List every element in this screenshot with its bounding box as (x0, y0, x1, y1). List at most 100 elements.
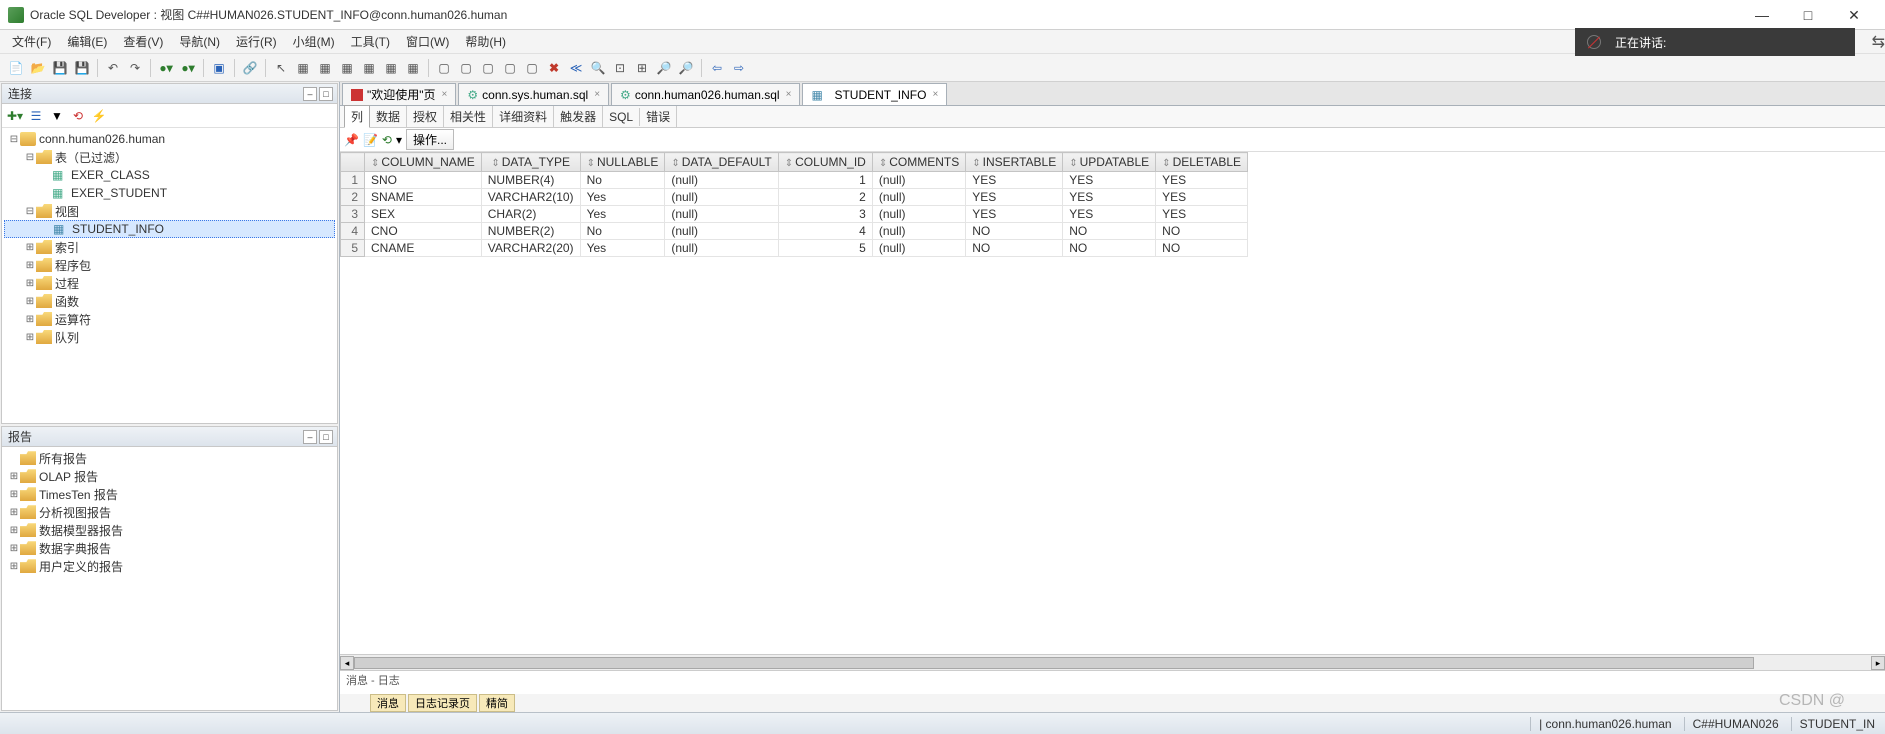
menu-tools[interactable]: 工具(T) (343, 30, 398, 53)
minimize-button[interactable]: — (1739, 4, 1785, 26)
tree-item[interactable]: ⊞分析视图报告 (4, 503, 335, 521)
tb-icon-10[interactable]: ▢ (522, 58, 542, 78)
tab-close-icon[interactable]: × (786, 89, 792, 100)
scroll-thumb[interactable] (354, 657, 1754, 669)
sort-icon[interactable] (587, 155, 597, 169)
sort-icon[interactable] (1069, 155, 1079, 169)
zoom-in-icon[interactable]: ⊞ (632, 58, 652, 78)
zoom-out-icon[interactable]: 🔍 (588, 58, 608, 78)
tree-item[interactable]: STUDENT_INFO (4, 220, 335, 238)
cursor-icon[interactable]: ↖ (271, 58, 291, 78)
editor-tab[interactable]: conn.human026.human.sql× (611, 83, 800, 105)
tb-icon-9[interactable]: ▢ (500, 58, 520, 78)
table-row[interactable]: 5CNAMEVARCHAR2(20)Yes(null)5(null)NONONO (341, 240, 1248, 257)
conn-tb-4[interactable]: ⟲ (69, 107, 87, 125)
expand-icon[interactable]: ⊞ (8, 489, 20, 500)
editor-tab[interactable]: "欢迎使用"页× (342, 83, 456, 105)
sub-tab[interactable]: 数据 (370, 106, 407, 127)
menu-edit[interactable]: 编辑(E) (59, 30, 115, 53)
expand-icon[interactable]: ⊞ (8, 471, 20, 482)
log-tab[interactable]: 精简 (479, 694, 515, 712)
tree-item[interactable]: ⊞用户定义的报告 (4, 557, 335, 575)
expand-icon[interactable]: ⊞ (24, 296, 36, 307)
tree-item[interactable]: ⊞索引 (4, 238, 335, 256)
open-icon[interactable]: 📂 (28, 58, 48, 78)
refresh-grid-icon[interactable]: ⟲ (382, 133, 392, 147)
tb-icon-8[interactable]: ▢ (478, 58, 498, 78)
tree-item[interactable]: ⊟conn.human026.human (4, 130, 335, 148)
connections-tree[interactable]: ⊟conn.human026.human⊟表（已过滤）EXER_CLASSEXE… (2, 128, 337, 423)
tree-item[interactable]: ⊞TimesTen 报告 (4, 485, 335, 503)
table-row[interactable]: 2SNAMEVARCHAR2(10)Yes(null)2(null)YESYES… (341, 189, 1248, 206)
column-header[interactable] (341, 153, 365, 172)
tree-item[interactable]: ⊞函数 (4, 292, 335, 310)
column-header[interactable]: COMMENTS (872, 153, 965, 172)
tree-item[interactable]: 所有报告 (4, 449, 335, 467)
sort-icon[interactable] (972, 155, 982, 169)
actions-button[interactable]: 操作... (406, 129, 454, 150)
columns-grid[interactable]: COLUMN_NAMEDATA_TYPENULLABLEDATA_DEFAULT… (340, 152, 1248, 257)
column-header[interactable]: DELETABLE (1156, 153, 1248, 172)
menu-help[interactable]: 帮助(H) (457, 30, 514, 53)
tab-close-icon[interactable]: × (594, 89, 600, 100)
table-row[interactable]: 1SNONUMBER(4)No(null)1(null)YESYESYES (341, 172, 1248, 189)
tb-icon-2[interactable]: ▦ (337, 58, 357, 78)
column-header[interactable]: INSERTABLE (966, 153, 1063, 172)
undo-icon[interactable]: ↶ (103, 58, 123, 78)
conn-tb-5[interactable]: ⚡ (90, 107, 108, 125)
menu-team[interactable]: 小组(M) (285, 30, 343, 53)
menu-window[interactable]: 窗口(W) (398, 30, 457, 53)
edit-icon[interactable]: 📝 (363, 133, 378, 147)
sort-icon[interactable] (879, 155, 889, 169)
editor-tab[interactable]: conn.sys.human.sql× (458, 83, 609, 105)
find-icon[interactable]: 🔎 (654, 58, 674, 78)
tree-item[interactable]: ⊞OLAP 报告 (4, 467, 335, 485)
refresh-icon[interactable]: ≪ (566, 58, 586, 78)
expand-icon[interactable]: ⊞ (8, 507, 20, 518)
expand-icon[interactable]: ⊟ (8, 134, 20, 145)
tree-item[interactable]: ⊞数据模型器报告 (4, 521, 335, 539)
panel-max-icon[interactable]: □ (319, 430, 333, 444)
expand-icon[interactable]: ⊞ (24, 314, 36, 325)
tb-icon-4[interactable]: ▦ (381, 58, 401, 78)
maximize-button[interactable]: □ (1785, 4, 1831, 26)
scroll-left-icon[interactable]: ◂ (340, 656, 354, 670)
tb-icon-5[interactable]: ▦ (403, 58, 423, 78)
back-icon[interactable]: ⇦ (707, 58, 727, 78)
menu-file[interactable]: 文件(F) (4, 30, 59, 53)
log-tab[interactable]: 日志记录页 (408, 694, 477, 712)
delete-icon[interactable]: ✖ (544, 58, 564, 78)
expand-icon[interactable]: ⊞ (8, 561, 20, 572)
conn-tb-3[interactable]: ▼ (48, 107, 66, 125)
link-icon[interactable]: 🔗 (240, 58, 260, 78)
column-header[interactable]: NULLABLE (580, 153, 665, 172)
menu-view[interactable]: 查看(V) (115, 30, 171, 53)
expand-icon[interactable]: ⊞ (24, 332, 36, 343)
expand-icon[interactable]: ⊞ (24, 278, 36, 289)
tree-item[interactable]: ⊟表（已过滤） (4, 148, 335, 166)
tree-item[interactable]: EXER_CLASS (4, 166, 335, 184)
expand-icon[interactable]: ⊞ (24, 260, 36, 271)
expand-icon[interactable]: ⊟ (24, 152, 36, 163)
panel-min-icon[interactable]: – (303, 87, 317, 101)
expand-icon[interactable]: ⊟ (24, 206, 36, 217)
sub-tab[interactable]: 错误 (640, 106, 677, 127)
zoom-fit-icon[interactable]: ⊡ (610, 58, 630, 78)
sub-tab[interactable]: 详细资料 (493, 106, 554, 127)
pin-icon[interactable]: 📌 (344, 133, 359, 147)
new-icon[interactable]: 📄 (6, 58, 26, 78)
tb-icon-1[interactable]: ▦ (315, 58, 335, 78)
panel-min-icon[interactable]: – (303, 430, 317, 444)
tb-icon-7[interactable]: ▢ (456, 58, 476, 78)
sub-tab[interactable]: SQL (603, 108, 640, 126)
sort-icon[interactable] (785, 155, 795, 169)
menu-navigate[interactable]: 导航(N) (171, 30, 228, 53)
scroll-right-icon[interactable]: ▸ (1871, 656, 1885, 670)
horizontal-scrollbar[interactable]: ◂ ▸ (340, 654, 1885, 670)
column-header[interactable]: DATA_TYPE (481, 153, 580, 172)
tree-item[interactable]: ⊟视图 (4, 202, 335, 220)
log-tab[interactable]: 消息 (370, 694, 406, 712)
tree-item[interactable]: ⊞运算符 (4, 310, 335, 328)
sort-icon[interactable] (671, 155, 681, 169)
sort-icon[interactable] (1162, 155, 1172, 169)
